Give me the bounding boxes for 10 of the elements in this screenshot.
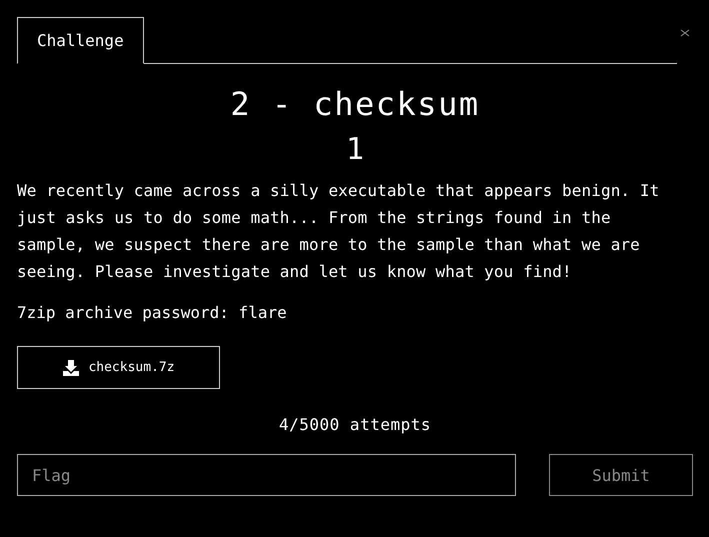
challenge-title: 2 - checksum (229, 84, 481, 124)
download-icon (62, 358, 80, 376)
point-value: 1 (344, 131, 366, 169)
attempts-count: 4/5000 attempts (278, 415, 432, 434)
tab[interactable]: Challenge (17, 17, 144, 64)
password-note: 7zip archive password: flare (17, 303, 288, 323)
flag-field[interactable]: Flag (17, 454, 516, 496)
challenge-description: We recently came across a silly executable that appears benign. It just asks us to do some math... From the strings found in the sample, we suspect there are more to the sample than what we are seeing. Please investigate and let us know what you find! (17, 180, 660, 283)
download-button[interactable]: checksum.7z (17, 346, 220, 389)
close-icon[interactable] (680, 29, 690, 37)
